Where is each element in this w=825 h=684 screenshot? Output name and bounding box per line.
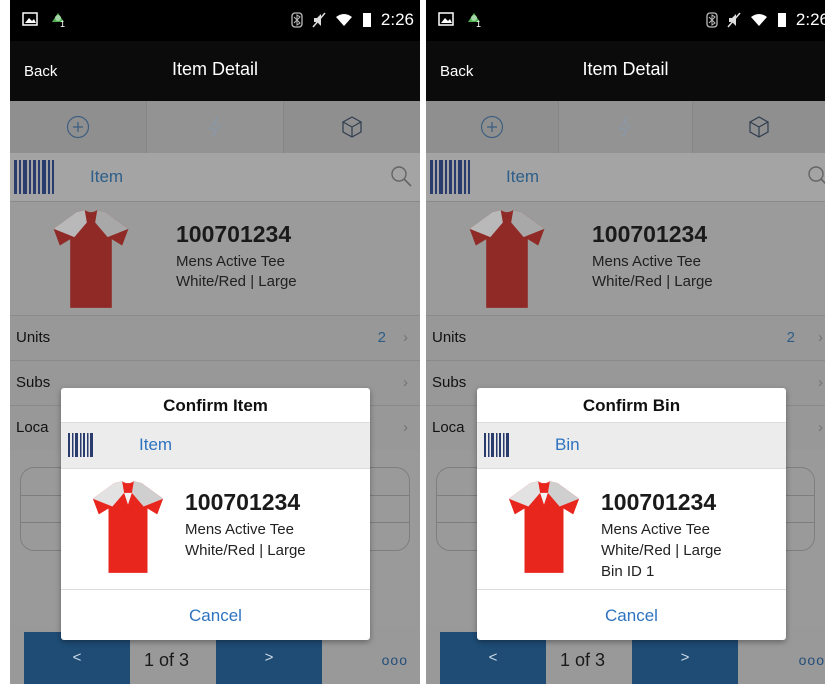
chevron-right-icon: › — [818, 374, 823, 391]
gallery-notification-icon — [22, 12, 38, 26]
scan-item-row[interactable]: Item — [426, 153, 825, 202]
dialog-item: 100701234 Mens Active Tee White/Red | La… — [61, 469, 370, 590]
app-notification-icon: 1 — [52, 13, 65, 28]
item-description: Mens Active Tee — [176, 253, 285, 270]
title-bar: Back Item Detail — [10, 41, 420, 101]
item-description: Mens Active Tee — [592, 253, 701, 270]
item-sku: 100701234 — [176, 221, 292, 247]
wifi-icon — [335, 14, 352, 26]
dialog-description: Mens Active Tee — [185, 521, 294, 538]
row-label: Subs — [432, 374, 467, 391]
page-title: Item Detail — [171, 59, 259, 79]
product-image — [53, 210, 129, 308]
add-button[interactable] — [10, 101, 147, 153]
dialog-sku: 100701234 — [601, 489, 717, 515]
product-image — [508, 481, 580, 573]
lightning-icon — [209, 116, 221, 138]
item-sku: 100701234 — [592, 221, 708, 247]
search-icon[interactable] — [390, 165, 412, 187]
item-variant: White/Red | Large — [176, 273, 297, 290]
dialog-title: Confirm Bin — [582, 396, 681, 415]
lightning-icon — [619, 116, 632, 138]
add-icon — [66, 115, 90, 139]
battery-icon — [362, 13, 371, 27]
bluetooth-icon — [706, 12, 718, 28]
units-row[interactable]: Units 2 › — [426, 315, 825, 360]
clock: 2:26 — [380, 10, 414, 29]
product-image — [469, 210, 545, 308]
scan-label: Item — [90, 167, 124, 186]
row-label: Loca — [16, 419, 49, 436]
page-indicator: 1 of 3 — [560, 650, 606, 670]
action-bar — [10, 101, 420, 153]
chevron-right-icon: › — [818, 419, 823, 436]
box-icon — [749, 116, 769, 138]
status-bar: 1 2:26 — [426, 0, 825, 41]
svg-text:1: 1 — [60, 19, 65, 28]
dialog-description: Mens Active Tee — [601, 521, 710, 538]
scan-label: Item — [506, 167, 540, 186]
dialog-variant: White/Red | Large — [601, 542, 722, 559]
quick-action-button[interactable] — [559, 101, 693, 153]
scan-item-row[interactable]: Item — [10, 153, 420, 202]
box-icon — [342, 116, 362, 138]
app-notification-icon: 1 — [468, 13, 481, 28]
confirm-item-dialog: Confirm Item Item 100701234 Mens Active … — [61, 388, 370, 640]
row-label: Units — [432, 329, 467, 346]
dialog-title: Confirm Item — [163, 396, 268, 415]
status-bar: 1 2:26 — [10, 0, 420, 41]
dialog-item: 100701234 Mens Active Tee White/Red | La… — [477, 469, 786, 590]
dialog-scan-row[interactable]: Item — [61, 422, 370, 469]
row-label: Subs — [16, 374, 51, 391]
add-button[interactable] — [426, 101, 560, 153]
inventory-button[interactable] — [284, 101, 420, 153]
quick-action-button[interactable] — [147, 101, 284, 153]
item-variant: White/Red | Large — [592, 273, 713, 290]
barcode-icon — [68, 433, 93, 457]
barcode-icon — [14, 160, 54, 194]
dialog-scan-label: Bin — [555, 435, 580, 454]
bluetooth-icon — [291, 12, 303, 28]
chevron-right-icon: › — [818, 329, 823, 346]
confirm-bin-dialog: Confirm Bin Bin 100701234 Mens Active Te… — [477, 388, 786, 640]
units-row[interactable]: Units 2 › — [10, 315, 420, 360]
row-value: 2 — [377, 329, 386, 346]
cancel-button[interactable]: Cancel — [477, 590, 786, 640]
item-summary: 100701234 Mens Active Tee White/Red | La… — [10, 202, 420, 315]
dialog-variant: White/Red | Large — [185, 542, 306, 559]
row-value: 2 — [786, 329, 795, 346]
svg-text:1: 1 — [476, 19, 481, 28]
chevron-right-icon: › — [403, 329, 408, 346]
barcode-icon — [430, 160, 470, 194]
action-bar — [426, 101, 825, 153]
dialog-bin-id: Bin ID 1 — [601, 563, 655, 580]
more-options-button[interactable]: ooo — [382, 652, 408, 668]
dialog-scan-row[interactable]: Bin — [477, 422, 786, 469]
cancel-button[interactable]: Cancel — [61, 590, 370, 640]
wifi-icon — [750, 14, 767, 26]
dialog-scan-label: Item — [139, 435, 173, 454]
mute-icon — [727, 12, 741, 28]
clock: 2:26 — [795, 10, 825, 29]
add-icon — [481, 115, 504, 139]
phone-screen-confirm-item: 1 2:26 Back Item Detail Item 100701234 M… — [10, 0, 420, 684]
page-indicator: 1 of 3 — [144, 650, 190, 670]
item-summary: 100701234 Mens Active Tee White/Red | La… — [426, 202, 825, 315]
product-image — [92, 481, 164, 573]
chevron-right-icon: › — [403, 374, 408, 391]
chevron-right-icon: › — [403, 419, 408, 436]
title-bar: Back Item Detail — [426, 41, 825, 101]
battery-icon — [777, 13, 786, 27]
inventory-button[interactable] — [693, 101, 825, 153]
row-label: Loca — [432, 419, 465, 436]
gallery-notification-icon — [438, 12, 454, 26]
phone-screen-confirm-bin: 1 2:26 Back Item Detail Item 100701234 M… — [426, 0, 825, 684]
dialog-sku: 100701234 — [185, 489, 301, 515]
search-icon[interactable] — [807, 165, 825, 187]
more-options-button[interactable]: ooo — [799, 652, 825, 668]
row-label: Units — [16, 329, 51, 346]
mute-icon — [312, 12, 326, 28]
page-title: Item Detail — [582, 59, 669, 79]
barcode-icon — [484, 433, 509, 457]
